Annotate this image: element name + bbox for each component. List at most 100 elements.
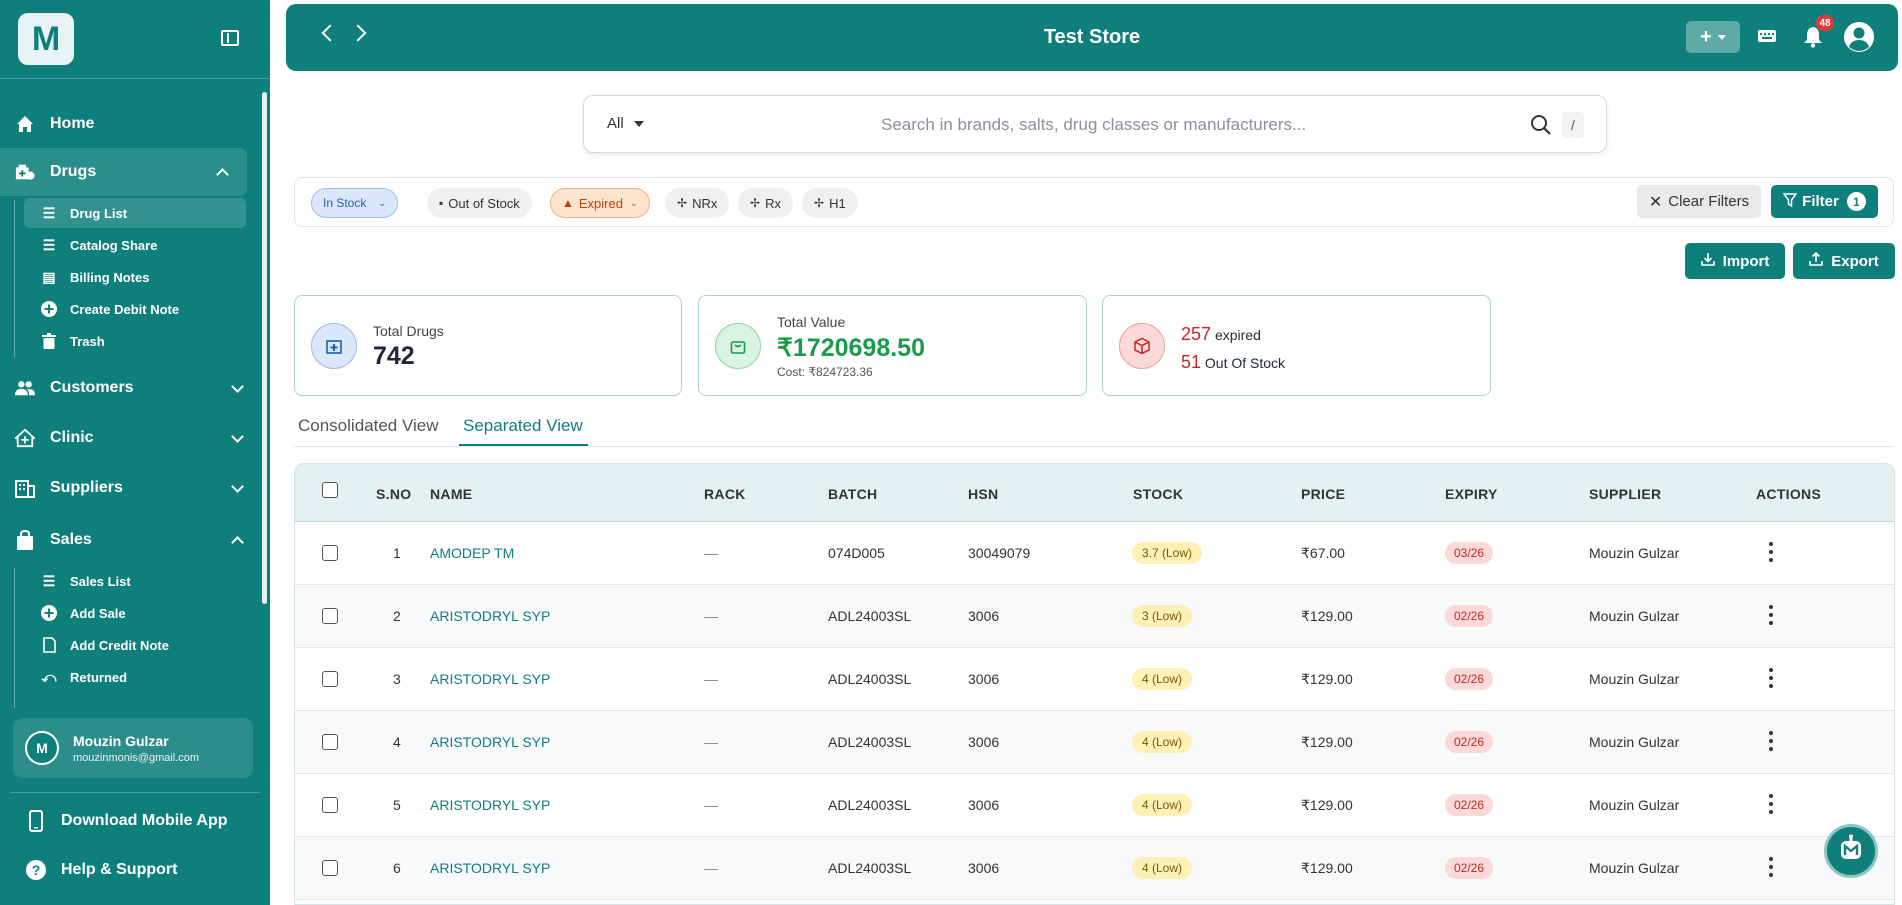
download-mobile-app-label: Download Mobile App xyxy=(61,812,228,829)
expired-label: expired xyxy=(1214,327,1261,343)
table-row[interactable]: 5 ARISTODRYL SYP — ADL24003SL 3006 4 (Lo… xyxy=(295,774,1894,837)
expiry-badge: 02/26 xyxy=(1445,731,1494,753)
sidebar-item-suppliers[interactable]: Suppliers xyxy=(0,464,262,512)
column-header-expiry[interactable]: EXPIRY xyxy=(1445,486,1498,502)
sidebar-subitem-label: Add Credit Note xyxy=(70,637,169,653)
cell-price: ₹129.00 xyxy=(1301,608,1353,624)
cell-price: ₹67.00 xyxy=(1301,545,1345,561)
sidebar-subitem-catalog-share[interactable]: ☰ Catalog Share xyxy=(24,230,246,260)
cell-name-link[interactable]: AMODEP TM xyxy=(430,545,514,561)
search-scope-select[interactable]: All xyxy=(607,115,644,132)
more-vert-icon[interactable] xyxy=(1768,794,1774,814)
filter-chip-out-of-stock[interactable]: ▪ Out of Stock xyxy=(427,188,532,218)
table-row[interactable]: 1 AMODEP TM — 074D005 30049079 3.7 (Low)… xyxy=(295,522,1894,585)
cell-name-link[interactable]: ARISTODRYL SYP xyxy=(430,734,550,750)
select-all-checkbox[interactable] xyxy=(322,482,338,498)
sidebar-subitem-drug-list[interactable]: ☰ Drug List xyxy=(24,198,246,228)
filter-chip-rx[interactable]: ✢ Rx xyxy=(738,188,793,218)
out-of-stock-summary: 51 Out Of Stock xyxy=(1181,352,1285,373)
keyboard-icon[interactable] xyxy=(1757,28,1777,44)
filter-chip-nrx[interactable]: ✢ NRx xyxy=(665,188,730,218)
cell-supplier: Mouzin Gulzar xyxy=(1589,545,1680,561)
sidebar-divider xyxy=(10,792,260,793)
import-button[interactable]: Import xyxy=(1685,243,1785,279)
sidebar-scrollbar[interactable] xyxy=(262,92,267,604)
more-vert-icon[interactable] xyxy=(1768,605,1774,625)
row-checkbox[interactable] xyxy=(322,671,338,687)
quick-add-button[interactable]: + xyxy=(1686,21,1740,53)
sidebar-subitem-add-credit-note[interactable]: Add Credit Note xyxy=(24,630,246,660)
cell-name-link[interactable]: ARISTODRYL SYP xyxy=(430,860,550,876)
filter-chip-label: H1 xyxy=(829,195,846,211)
more-vert-icon[interactable] xyxy=(1768,542,1774,562)
sidebar-subitem-billing-notes[interactable]: ▤ Billing Notes xyxy=(24,262,246,292)
tab-separated-view[interactable]: Separated View xyxy=(463,416,583,436)
user-profile-card[interactable]: M Mouzin Gulzar mouzinmonis@gmail.com xyxy=(13,718,253,778)
tabs-divider xyxy=(294,446,1894,447)
cell-rack: — xyxy=(704,671,718,687)
filter-chip-h1[interactable]: ✢ H1 xyxy=(802,188,858,218)
sidebar-subitem-trash[interactable]: Trash xyxy=(24,326,246,356)
sidebar-subitem-label: Billing Notes xyxy=(70,269,150,285)
column-header-sno[interactable]: S.NO xyxy=(376,486,411,502)
column-header-supplier[interactable]: SUPPLIER xyxy=(1589,486,1661,502)
more-vert-icon[interactable] xyxy=(1768,731,1774,751)
column-header-batch[interactable]: BATCH xyxy=(828,486,877,502)
assistant-fab[interactable] xyxy=(1824,824,1878,878)
export-button[interactable]: Export xyxy=(1793,243,1895,279)
sidebar-item-home[interactable]: Home xyxy=(0,100,262,148)
sidebar-item-clinic[interactable]: Clinic xyxy=(0,414,262,462)
filter-button[interactable]: Filter 1 xyxy=(1771,185,1878,218)
row-checkbox[interactable] xyxy=(322,797,338,813)
search-input[interactable] xyxy=(881,115,1521,135)
filter-chip-in-stock[interactable]: In Stock ⌄ xyxy=(311,188,398,218)
column-header-hsn[interactable]: HSN xyxy=(968,486,998,502)
tab-consolidated-view[interactable]: Consolidated View xyxy=(298,416,439,436)
sidebar-subitem-returned[interactable]: ⤺ Returned xyxy=(24,662,246,692)
column-header-name[interactable]: NAME xyxy=(430,486,472,502)
sidebar-subitem-add-sale[interactable]: Add Sale xyxy=(24,598,246,628)
return-arrow-icon: ⤺ xyxy=(41,668,57,685)
sidebar-item-drugs[interactable]: Drugs xyxy=(0,148,247,196)
help-support-link[interactable]: ? Help & Support xyxy=(25,855,177,885)
export-icon xyxy=(1809,251,1824,270)
cell-name-link[interactable]: ARISTODRYL SYP xyxy=(430,671,550,687)
table-row[interactable]: 4 ARISTODRYL SYP — ADL24003SL 3006 4 (Lo… xyxy=(295,711,1894,774)
row-checkbox[interactable] xyxy=(322,860,338,876)
table-row[interactable]: 6 ARISTODRYL SYP — ADL24003SL 3006 4 (Lo… xyxy=(295,837,1894,900)
download-mobile-app-link[interactable]: Download Mobile App xyxy=(25,806,228,836)
account-icon[interactable] xyxy=(1843,21,1875,53)
cell-batch: ADL24003SL xyxy=(828,860,912,876)
column-header-rack[interactable]: RACK xyxy=(704,486,746,502)
sidebar-subitem-sales-list[interactable]: ☰ Sales List xyxy=(24,566,246,596)
clear-filters-button[interactable]: ✕ Clear Filters xyxy=(1637,185,1761,218)
sidebar-item-customers[interactable]: Customers xyxy=(0,364,262,412)
sidebar-item-label: Sales xyxy=(50,531,92,548)
cell-name-link[interactable]: ARISTODRYL SYP xyxy=(430,797,550,813)
cell-rack: — xyxy=(704,797,718,813)
table-row[interactable]: 2 ARISTODRYL SYP — ADL24003SL 3006 3 (Lo… xyxy=(295,585,1894,648)
table-row[interactable]: 3 ARISTODRYL SYP — ADL24003SL 3006 4 (Lo… xyxy=(295,648,1894,711)
more-vert-icon[interactable] xyxy=(1768,857,1774,877)
chevron-down-icon: ⌄ xyxy=(629,197,638,208)
search-icon[interactable] xyxy=(1530,114,1552,141)
row-checkbox[interactable] xyxy=(322,734,338,750)
sidebar-item-sales[interactable]: Sales xyxy=(0,516,262,564)
app-logo[interactable]: M xyxy=(18,13,74,65)
out-of-stock-label: Out Of Stock xyxy=(1204,355,1286,371)
cell-name-link[interactable]: ARISTODRYL SYP xyxy=(430,608,550,624)
funnel-icon xyxy=(1782,192,1798,211)
row-checkbox[interactable] xyxy=(322,545,338,561)
sidebar-subitem-create-debit-note[interactable]: Create Debit Note xyxy=(24,294,246,324)
more-vert-icon[interactable] xyxy=(1768,668,1774,688)
cell-batch: ADL24003SL xyxy=(828,797,912,813)
cell-rack: — xyxy=(704,734,718,750)
filter-chip-expired[interactable]: ▲ Expired ⌄ xyxy=(550,188,650,218)
cell-rack: — xyxy=(704,545,718,561)
row-checkbox[interactable] xyxy=(322,608,338,624)
column-header-price[interactable]: PRICE xyxy=(1301,486,1345,502)
column-header-stock[interactable]: STOCK xyxy=(1133,486,1183,502)
sidebar-collapse-icon[interactable] xyxy=(221,30,239,46)
cube-icon xyxy=(1119,323,1165,369)
filter-chip-label: NRx xyxy=(692,195,718,211)
